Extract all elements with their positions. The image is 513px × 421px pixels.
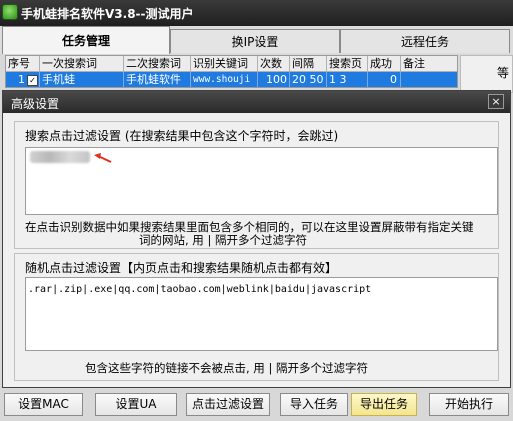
random-filter-hint: 包含这些字符的链接不会被点击, 用 | 隔开多个过滤字符 <box>85 361 368 375</box>
row-success[interactable]: 0 <box>368 72 401 87</box>
table-header: 序号 一次搜索词 二次搜索词 识别关键词 次数 间隔 搜索页 成功 备注 <box>6 56 457 72</box>
row-index-cell: 1 ✓ <box>6 72 40 87</box>
row-checkbox[interactable]: ✓ <box>27 74 38 86</box>
random-filter-input[interactable]: .rar|.zip|.exe|qq.com|taobao.com|weblink… <box>25 277 498 351</box>
advanced-settings-dialog: 高级设置 × 搜索点击过滤设置 (在搜索结果中包含这个字符时，会跳过) 在点击识… <box>2 90 511 388</box>
dialog-title: 高级设置 <box>11 97 60 111</box>
set-mac-button[interactable]: 设置MAC <box>4 393 83 416</box>
row-index: 1 <box>18 73 25 86</box>
col-header-recognize[interactable]: 识别关键词 <box>191 56 258 71</box>
right-side-panel: 等 <box>460 55 513 93</box>
tab-remote-tasks[interactable]: 远程任务 <box>340 29 510 53</box>
click-filter-settings-button[interactable]: 点击过滤设置 <box>186 393 270 416</box>
row-recognize[interactable]: www.shouji <box>191 72 258 87</box>
task-table: 序号 一次搜索词 二次搜索词 识别关键词 次数 间隔 搜索页 成功 备注 1 ✓ … <box>5 55 458 88</box>
tab-bar: 任务管理 换IP设置 远程任务 <box>0 26 513 54</box>
start-execute-button[interactable]: 开始执行 <box>429 393 509 416</box>
title-bar: 手机蛙排名软件V3.8--测试用户 <box>0 0 513 26</box>
frog-app-icon <box>2 4 18 20</box>
right-panel-label: 等 <box>497 66 510 80</box>
close-button[interactable]: × <box>488 94 504 109</box>
import-tasks-button[interactable]: 导入任务 <box>280 393 348 416</box>
tab-task-management[interactable]: 任务管理 <box>2 26 170 54</box>
col-header-second-keyword[interactable]: 二次搜索词 <box>124 56 191 71</box>
col-header-success[interactable]: 成功 <box>368 56 401 71</box>
col-header-times[interactable]: 次数 <box>258 56 290 71</box>
col-header-search-page[interactable]: 搜索页 <box>327 56 368 71</box>
blurred-text <box>30 151 90 163</box>
red-arrow-icon <box>94 153 112 163</box>
row-interval[interactable]: 20 50 <box>290 72 327 87</box>
col-header-interval[interactable]: 间隔 <box>290 56 327 71</box>
col-header-first-keyword[interactable]: 一次搜索词 <box>40 56 124 71</box>
row-times[interactable]: 100 <box>258 72 290 87</box>
row-search-page[interactable]: 1 3 <box>327 72 368 87</box>
table-row[interactable]: 1 ✓ 手机蛙 手机蛙软件 www.shouji 100 20 50 1 3 0 <box>6 72 457 87</box>
set-ua-button[interactable]: 设置UA <box>95 393 177 416</box>
col-header-note[interactable]: 备注 <box>401 56 457 71</box>
search-filter-input[interactable] <box>25 147 498 215</box>
row-second-keyword[interactable]: 手机蛙软件 <box>124 72 191 87</box>
window-title: 手机蛙排名软件V3.8--测试用户 <box>21 7 194 21</box>
row-note[interactable] <box>401 72 457 87</box>
row-first-keyword[interactable]: 手机蛙 <box>40 72 124 87</box>
search-filter-label: 搜索点击过滤设置 (在搜索结果中包含这个字符时，会跳过) <box>25 129 339 143</box>
dialog-title-bar: 高级设置 × <box>3 91 510 113</box>
bottom-toolbar: 设置MAC 设置UA 点击过滤设置 导入任务 导出任务 开始执行 <box>0 390 513 421</box>
col-header-index[interactable]: 序号 <box>6 56 40 71</box>
random-filter-label: 随机点击过滤设置【内页点击和搜索结果随机点击都有效】 <box>25 261 338 275</box>
export-tasks-button[interactable]: 导出任务 <box>351 393 417 416</box>
random-filter-value: .rar|.zip|.exe|qq.com|taobao.com|weblink… <box>28 284 372 295</box>
tab-ip-settings[interactable]: 换IP设置 <box>170 29 340 53</box>
search-filter-hint-line2: 词的网站, 用 | 隔开多个过滤字符 <box>139 233 307 247</box>
